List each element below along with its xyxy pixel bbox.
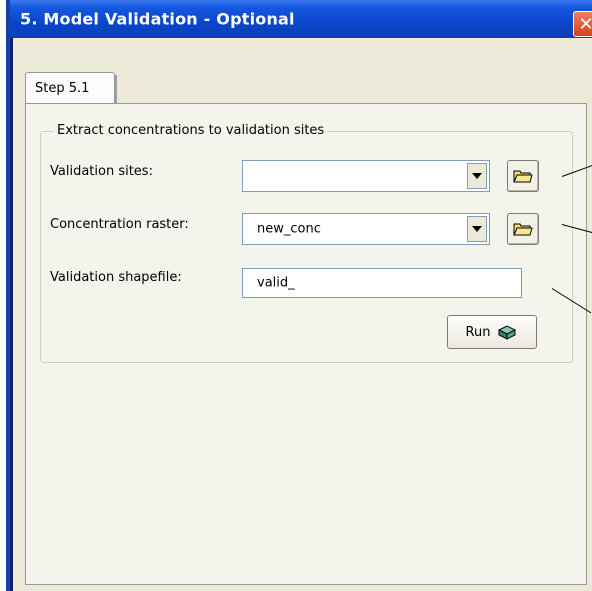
chevron-down-icon xyxy=(472,173,482,179)
concentration-raster-dropdown-button[interactable] xyxy=(467,216,487,242)
concentration-raster-browse-button[interactable] xyxy=(507,213,539,245)
validation-shapefile-input[interactable]: valid_ xyxy=(242,268,522,298)
concentration-raster-value: new_conc xyxy=(257,221,321,237)
folder-open-icon xyxy=(513,170,533,183)
dialog-body: Step 5.1 Extract concentrations to valid… xyxy=(13,38,592,591)
toolbox-icon xyxy=(498,325,517,340)
validation-sites-label: Validation sites: xyxy=(50,164,153,179)
tab-page: Extract concentrations to validation sit… xyxy=(25,103,587,585)
validation-shapefile-label: Validation shapefile: xyxy=(50,270,182,285)
title-bar[interactable]: 5. Model Validation - Optional ✕ xyxy=(10,0,592,38)
validation-shapefile-value: valid_ xyxy=(257,275,295,291)
close-icon: ✕ xyxy=(578,13,592,35)
run-button-label: Run xyxy=(465,324,491,340)
tab-label: Step 5.1 xyxy=(35,81,90,96)
chevron-down-icon xyxy=(472,226,482,232)
validation-sites-dropdown-button[interactable] xyxy=(467,163,487,189)
concentration-raster-combo[interactable]: new_conc xyxy=(242,213,490,245)
dialog-window: 5. Model Validation - Optional ✕ Step 5.… xyxy=(6,0,592,591)
run-button[interactable]: Run xyxy=(447,315,537,349)
concentration-raster-label: Concentration raster: xyxy=(50,217,189,232)
window-title: 5. Model Validation - Optional xyxy=(20,9,295,29)
validation-sites-combo[interactable] xyxy=(242,160,490,192)
groupbox-legend: Extract concentrations to validation sit… xyxy=(53,123,329,138)
folder-open-icon xyxy=(513,223,533,236)
validation-sites-browse-button[interactable] xyxy=(507,160,539,192)
close-button[interactable]: ✕ xyxy=(573,11,592,37)
extract-groupbox: Extract concentrations to validation sit… xyxy=(40,123,573,363)
tab-step-5-1[interactable]: Step 5.1 xyxy=(25,72,117,105)
